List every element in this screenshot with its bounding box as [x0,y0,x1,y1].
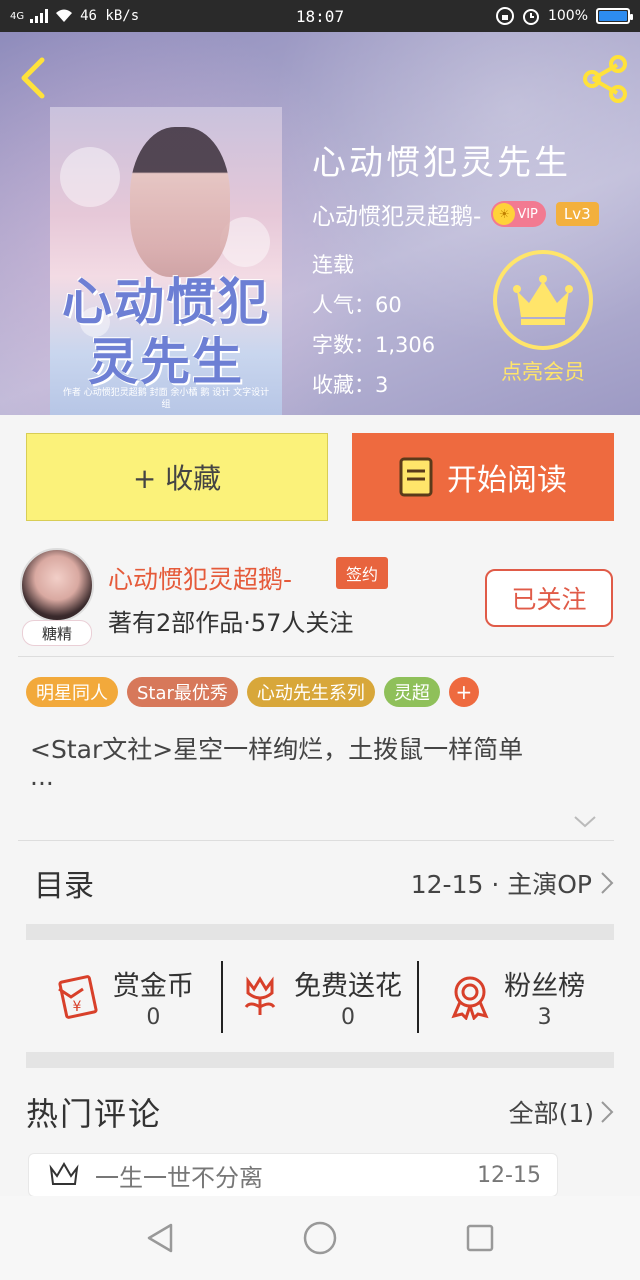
author-stats: 著有2部作品·57人关注 [108,609,354,637]
red-envelope-icon: ¥ [57,975,98,1019]
action-value: 0 [341,1005,355,1030]
book-author[interactable]: 心动惯犯灵超鹅- [312,197,481,231]
tag-item[interactable]: 心动先生系列 [246,677,375,707]
action-value: 0 [146,1005,161,1030]
member-label: 点亮会员 [501,360,585,384]
start-reading-label: 开始阅读 [447,463,567,498]
member-button[interactable]: 点亮会员 [493,250,593,386]
medal-icon [451,976,489,1020]
nav-back-button[interactable] [140,1218,180,1258]
reward-coins-button[interactable]: ¥ 赏金币 0 [26,957,221,1037]
comment-text: 一生一世不分离 [95,1163,263,1192]
tag-item[interactable]: 灵超 [383,677,440,707]
toc-latest-chapter: 12-15 · 主演OP [410,870,592,899]
circle-home-icon [303,1221,337,1255]
level-badge: Lv3 [555,202,599,226]
book-meta: 连载 人气： 60 字数： 1,306 收藏： 3 [312,245,435,405]
action-label: 免费送花 [294,971,402,1002]
start-reading-button[interactable]: 开始阅读 [352,433,614,521]
vip-badge: ☀ VIP [491,201,546,227]
hot-comments-title: 热门评论 [26,1095,163,1133]
tag-item[interactable]: Star最优秀 [127,677,238,707]
book-header: 心动惯犯 灵先生 作者 心动惯犯灵超鹅 封面 余小橘 鹅 设计 文字设计组 心动… [0,32,640,415]
battery-icon [596,8,633,24]
flower-icon [244,976,276,1015]
author-name[interactable]: 心动惯犯灵超鹅- [108,560,292,596]
comment-date: 12-15 [477,1162,541,1188]
sun-icon: ☀ [493,203,516,225]
chevron-down-icon[interactable] [572,812,598,832]
signed-badge: 签约 [336,557,389,589]
network-type: 4G [10,10,25,22]
crown-circle [493,250,593,350]
divider [18,840,614,841]
status-bar: 4G 46 kB/s 18:07 100% [0,0,640,32]
tag-list: 明星同人 Star最优秀 心动先生系列 灵超 + [26,677,479,707]
divider [18,656,614,657]
crown-avatar-icon [49,1162,79,1185]
share-button[interactable] [580,54,630,104]
book-title: 心动惯犯灵先生 [312,143,571,183]
nav-recents-button[interactable] [460,1218,500,1258]
book-wordcount: 字数： 1,306 [312,333,436,357]
lock-rotation-icon [495,7,514,25]
all-comments-link[interactable]: 全部(1) [509,1094,614,1130]
favorite-button[interactable]: + 收藏 [26,433,328,521]
toc-title: 目录 [34,869,94,904]
book-author-row: 心动惯犯灵超鹅- ☀ VIP Lv3 [312,197,599,231]
cover-portrait [130,127,230,277]
square-recents-icon [466,1224,494,1252]
book-favorites: 收藏： 3 [312,373,389,397]
back-button[interactable] [14,56,54,100]
chevron-right-icon [601,1101,614,1123]
book-icon [399,457,433,497]
avatar-tag: 糖精 [22,620,92,646]
add-tag-button[interactable]: + [448,677,479,707]
section-separator [26,924,614,940]
network-speed: 46 kB/s [80,8,140,24]
alarm-icon [522,9,539,25]
battery-percent: 100% [547,8,588,24]
system-navigation-bar [0,1196,640,1280]
action-label: 赏金币 [112,971,194,1002]
section-separator [26,1052,614,1068]
book-description: <Star文社>星空一样绚烂，土拨鼠一样简单 ... [30,735,524,791]
back-arrow-icon [21,57,45,99]
cover-title: 心动惯犯 灵先生 [62,273,270,391]
book-status: 连载 [312,253,354,277]
book-popularity: 人气： 60 [312,293,402,317]
hot-comments-header: 热门评论 全部(1) [26,1082,614,1142]
comment-item[interactable]: 一生一世不分离 12-15 [28,1153,558,1197]
action-label: 粉丝榜 [504,971,586,1002]
nav-home-button[interactable] [300,1218,340,1258]
cover-credits: 作者 心动惯犯灵超鹅 封面 余小橘 鹅 设计 文字设计组 [62,388,270,410]
triangle-back-icon [147,1223,173,1253]
author-avatar[interactable] [20,548,94,622]
send-flower-button[interactable]: 免费送花 0 [223,957,418,1037]
action-value: 3 [537,1005,552,1030]
signal-icon [30,9,49,23]
tag-item[interactable]: 明星同人 [26,677,118,707]
follow-button[interactable]: 已关注 [485,569,613,627]
fan-ranking-button[interactable]: 粉丝榜 3 [419,957,614,1037]
chevron-right-icon [601,872,614,894]
table-of-contents-row[interactable]: 目录 12-15 · 主演OP [26,850,614,916]
svg-text:¥: ¥ [72,999,81,1015]
share-icon [583,55,627,103]
book-cover[interactable]: 心动惯犯 灵先生 作者 心动惯犯灵超鹅 封面 余小橘 鹅 设计 文字设计组 [50,107,282,415]
wifi-icon [56,9,73,22]
crown-icon [513,275,573,325]
clock: 18:07 [295,6,345,26]
action-bar: ¥ 赏金币 0 免费送花 0 粉丝榜 3 [26,957,614,1037]
